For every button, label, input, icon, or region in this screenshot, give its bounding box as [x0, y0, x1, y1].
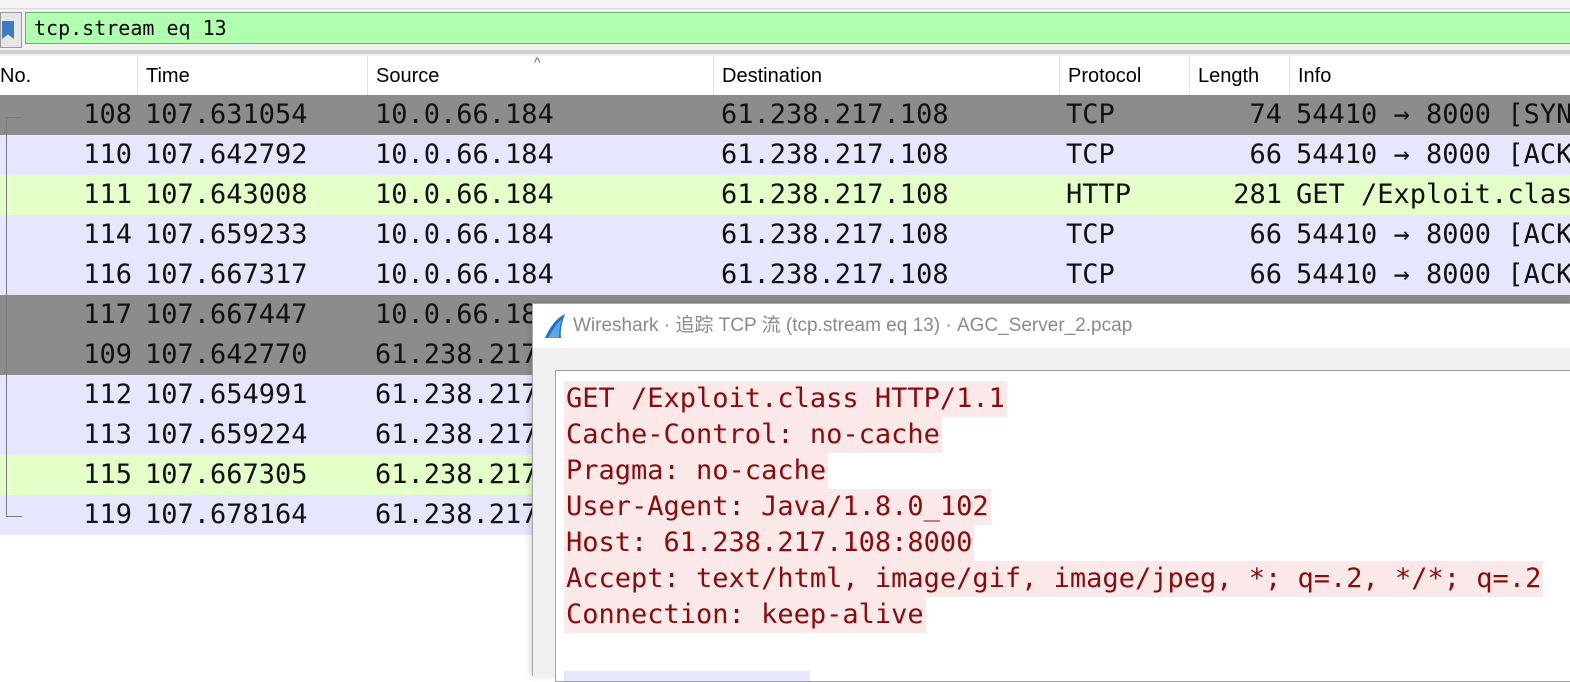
- stream-line: Accept: text/html, image/gif, image/jpeg…: [564, 561, 1544, 597]
- packet-destination: 61.238.217.108: [721, 99, 949, 130]
- packet-info: 54410 → 8000 [ACK: [1296, 259, 1570, 290]
- packet-time: 107.642770: [145, 339, 308, 370]
- packet-destination: 61.238.217.108: [721, 259, 949, 290]
- packet-source: 10.0.66.184: [375, 179, 554, 210]
- packet-protocol: TCP: [1066, 259, 1115, 290]
- packet-length: 281: [1233, 179, 1282, 210]
- packet-time: 107.667305: [145, 459, 308, 490]
- packet-source: 10.0.66.184: [375, 139, 554, 170]
- packet-source: 10.0.66.184: [375, 259, 554, 290]
- wireshark-fin-icon: [545, 314, 565, 338]
- packet-protocol: TCP: [1066, 139, 1115, 170]
- dialog-title: Wireshark · 追踪 TCP 流 (tcp.stream eq 13) …: [573, 315, 1133, 336]
- packet-time: 107.667317: [145, 259, 308, 290]
- packet-length: 74: [1249, 99, 1282, 130]
- packet-time: 107.631054: [145, 99, 308, 130]
- stream-content[interactable]: GET /Exploit.class HTTP/1.1 Cache-Contro…: [555, 370, 1570, 682]
- column-header-length[interactable]: Length: [1190, 56, 1290, 96]
- column-header-time[interactable]: Time: [138, 56, 368, 96]
- column-header-source[interactable]: Source: [368, 56, 714, 96]
- packet-list-header: No. Time Source ^ Destination Protocol L…: [0, 54, 1570, 97]
- packet-source: 61.238.217: [375, 499, 538, 530]
- follow-tcp-stream-dialog: Wireshark · 追踪 TCP 流 (tcp.stream eq 13) …: [532, 303, 1570, 682]
- stream-line: User-Agent: Java/1.8.0_102: [564, 489, 991, 525]
- packet-info: 54410 → 8000 [SYN: [1296, 99, 1570, 130]
- column-header-no[interactable]: No.: [0, 56, 138, 96]
- packet-time: 107.642792: [145, 139, 308, 170]
- packet-source: 10.0.66.184: [375, 99, 554, 130]
- conversation-bracket-start: [6, 117, 22, 118]
- filter-bookmark-button[interactable]: [0, 12, 22, 48]
- packet-row[interactable]: 111 107.643008 10.0.66.184 61.238.217.10…: [0, 175, 1570, 215]
- packet-row[interactable]: 116 107.667317 10.0.66.184 61.238.217.10…: [0, 255, 1570, 295]
- toolbar-divider: [0, 50, 1570, 54]
- conversation-bracket-end: [6, 516, 22, 517]
- packet-row[interactable]: 110 107.642792 10.0.66.184 61.238.217.10…: [0, 135, 1570, 175]
- bookmark-icon: [2, 21, 14, 39]
- column-header-protocol[interactable]: Protocol: [1060, 56, 1190, 96]
- packet-time: 107.667447: [145, 299, 308, 330]
- packet-destination: 61.238.217.108: [721, 179, 949, 210]
- packet-info: GET /Exploit.clas: [1296, 179, 1570, 210]
- packet-source: 10.0.66.18: [375, 299, 538, 330]
- stream-line: Host: 61.238.217.108:8000: [564, 525, 975, 561]
- packet-info: 54410 → 8000 [ACK: [1296, 139, 1570, 170]
- packet-time: 107.654991: [145, 379, 308, 410]
- stream-line: GET /Exploit.class HTTP/1.1: [564, 381, 1007, 417]
- packet-source: 61.238.217: [375, 339, 538, 370]
- stream-line: Connection: keep-alive: [564, 597, 926, 633]
- packet-length: 66: [1249, 219, 1282, 250]
- packet-row[interactable]: 114 107.659233 10.0.66.184 61.238.217.10…: [0, 215, 1570, 255]
- packet-protocol: TCP: [1066, 99, 1115, 130]
- packet-source: 61.238.217: [375, 419, 538, 450]
- sort-ascending-icon: ^: [534, 54, 541, 70]
- column-header-info[interactable]: Info: [1290, 56, 1570, 96]
- column-header-destination[interactable]: Destination: [714, 56, 1060, 96]
- packet-destination: 61.238.217.108: [721, 219, 949, 250]
- dialog-titlebar[interactable]: Wireshark · 追踪 TCP 流 (tcp.stream eq 13) …: [533, 304, 1570, 348]
- packet-source: 61.238.217: [375, 379, 538, 410]
- packet-time: 107.659233: [145, 219, 308, 250]
- packet-info: 54410 → 8000 [ACK: [1296, 219, 1570, 250]
- packet-time: 107.643008: [145, 179, 308, 210]
- display-filter-input[interactable]: [25, 12, 1570, 44]
- stream-line: Pragma: no-cache: [564, 453, 829, 489]
- packet-source: 10.0.66.184: [375, 219, 554, 250]
- packet-time: 107.678164: [145, 499, 308, 530]
- display-filter-toolbar: [0, 0, 1570, 56]
- packet-time: 107.659224: [145, 419, 308, 450]
- stream-line: Cache-Control: no-cache: [564, 417, 942, 453]
- packet-destination: 61.238.217.108: [721, 139, 949, 170]
- packet-length: 66: [1249, 139, 1282, 170]
- conversation-bracket: [6, 117, 23, 517]
- packet-length: 66: [1249, 259, 1282, 290]
- toolbar-edge: [0, 0, 1570, 9]
- packet-source: 61.238.217: [375, 459, 538, 490]
- packet-row[interactable]: 108 107.631054 10.0.66.184 61.238.217.10…: [0, 95, 1570, 135]
- packet-protocol: HTTP: [1066, 179, 1132, 210]
- packet-protocol: TCP: [1066, 219, 1115, 250]
